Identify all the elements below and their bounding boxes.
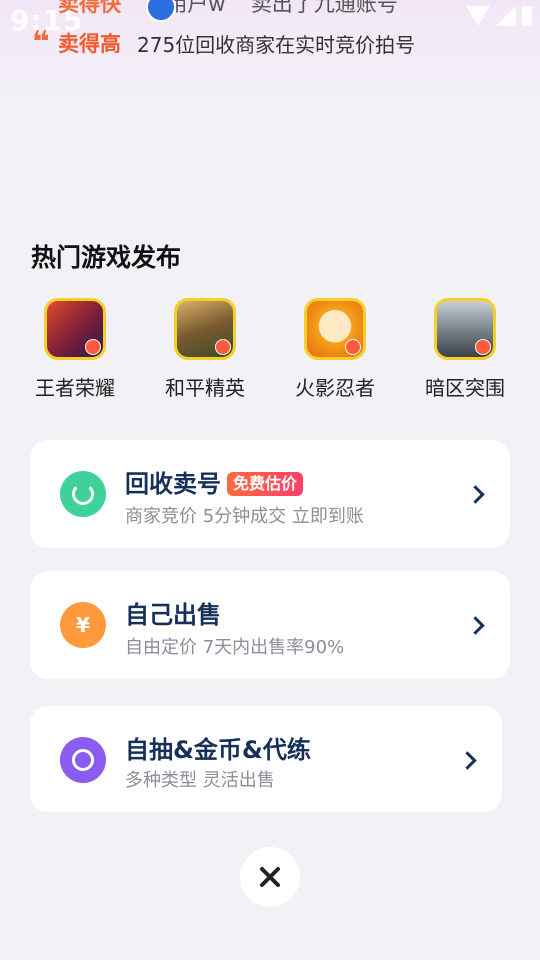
card-subtitle: 商家竞价 5分钟成交 立即到账 [125,506,364,527]
card-title-text: 回收卖号 [125,470,221,498]
recycle-sell-card[interactable]: 回收卖号 免费估价 商家竞价 5分钟成交 立即到账 [30,440,510,548]
chevron-right-icon [466,485,485,504]
game-label: 和平精英 [165,376,245,400]
quote-icon: ❝ [32,25,50,60]
ticker-previous: 卖得快 用户w 卖出了九通账号 [58,0,398,18]
hot-badge-icon [475,339,491,355]
game-icon-huoying [304,298,366,360]
card-title: 回收卖号 免费估价 [125,464,304,499]
ticker-previous-highlight: 卖得快 [58,0,121,16]
game-icon-heping [174,298,236,360]
game-item-wangzhe[interactable]: 王者荣耀 [20,298,130,401]
chevron-right-icon [466,616,485,635]
card-title: 自抽&金币&代练 [125,736,311,764]
close-button[interactable] [240,847,300,907]
game-label: 王者荣耀 [35,376,115,400]
wifi-icon [466,6,490,26]
card-title: 自己出售 [125,601,221,629]
game-item-huoying[interactable]: 火影忍者 [280,298,390,401]
chevron-right-icon [458,751,477,770]
yen-symbol: ¥ [76,613,90,637]
recycle-icon [60,471,106,517]
self-sell-card[interactable]: ¥ 自己出售 自由定价 7天内出售率90% [30,571,510,679]
yen-icon: ¥ [60,602,106,648]
hot-badge-icon [215,339,231,355]
game-icon-wangzhe [44,298,106,360]
signal-icon [496,6,516,26]
close-icon [260,867,280,887]
game-icon-anqu [434,298,496,360]
card-subtitle: 自由定价 7天内出售率90% [125,637,345,658]
hot-badge-icon [345,339,361,355]
game-item-anqu[interactable]: 暗区突围 [410,298,520,401]
game-item-heping[interactable]: 和平精英 [150,298,260,401]
hot-badge-icon [85,339,101,355]
ticker: ❝ 卖得高 275位回收商家在实时竞价拍号 [32,28,415,58]
hot-games-title: 热门游戏发布 [31,243,182,272]
hot-games-list: 王者荣耀 和平精英 火影忍者 暗区突围 [20,298,520,401]
game-label: 暗区突围 [425,376,505,400]
ticker-highlight: 卖得高 [58,32,121,56]
game-label: 火影忍者 [295,376,375,400]
draw-coin-boost-card[interactable]: 自抽&金币&代练 多种类型 灵活出售 [30,706,502,812]
card-subtitle: 多种类型 灵活出售 [125,770,275,791]
ring-icon [60,737,106,783]
ticker-previous-text: 卖出了九通账号 [250,0,398,16]
battery-icon [522,6,532,26]
free-estimate-badge: 免费估价 [227,472,304,496]
ticker-text: 275位回收商家在实时竞价拍号 [137,32,416,57]
status-icons [466,6,532,26]
